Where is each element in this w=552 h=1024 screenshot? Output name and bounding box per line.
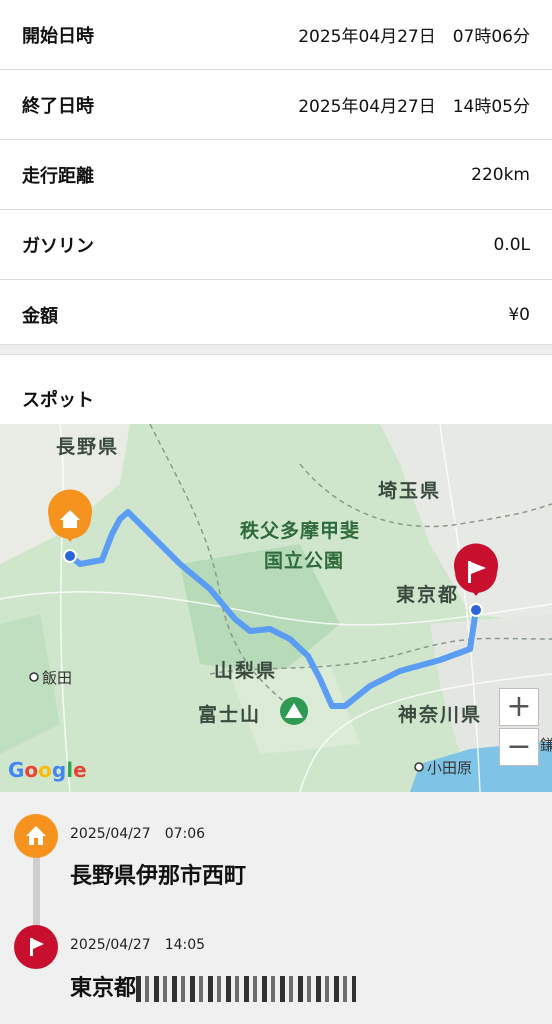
map-label-fuji: 富士山	[198, 704, 262, 726]
detail-label: 終了日時	[22, 95, 94, 117]
map-label-saitama: 埼玉県	[378, 480, 442, 502]
section-divider	[0, 344, 552, 355]
map-label-park-line2: 国立公園	[264, 550, 345, 572]
map-canvas	[0, 424, 552, 792]
home-icon	[14, 814, 58, 858]
end-place-text: 東京都	[70, 976, 137, 1001]
detail-label: 走行距離	[22, 165, 94, 187]
spot-timeline: 2025/04/27 07:06 長野県伊那市西町 2025/04/27 14:…	[0, 792, 552, 1024]
end-place[interactable]: 東京都	[70, 970, 357, 1002]
map-label-odawara: 小田原	[427, 759, 473, 777]
start-datetime: 2025/04/27 07:06	[70, 826, 206, 842]
redacted-address	[136, 976, 357, 1002]
detail-value: ¥0	[508, 304, 530, 325]
detail-label: 金額	[22, 305, 58, 327]
map-label-tokyo: 東京都	[396, 584, 460, 606]
map-label-kanagawa: 神奈川県	[398, 704, 483, 726]
detail-row-amount: 金額 ¥0	[0, 280, 552, 350]
google-attribution: Google	[8, 758, 87, 782]
end-datetime: 2025/04/27 14:05	[70, 937, 206, 953]
map-label-kama: 鎌	[540, 736, 552, 754]
detail-row-gasoline: ガソリン 0.0L	[0, 210, 552, 280]
zoom-in-button[interactable]: +	[499, 688, 539, 726]
trip-details: 開始日時 2025年04月27日 07時06分 終了日時 2025年04月27日…	[0, 0, 552, 350]
detail-row-start: 開始日時 2025年04月27日 07時06分	[0, 0, 552, 70]
map-label-yamanashi: 山梨県	[214, 660, 278, 682]
flag-icon	[14, 925, 58, 969]
zoom-out-button[interactable]: −	[499, 728, 539, 766]
detail-row-end: 終了日時 2025年04月27日 14時05分	[0, 70, 552, 140]
start-place[interactable]: 長野県伊那市西町	[70, 858, 246, 890]
spot-section-title: スポット	[22, 390, 94, 411]
map-label-iida: 飯田	[42, 669, 73, 687]
detail-row-distance: 走行距離 220km	[0, 140, 552, 210]
route-map[interactable]: 長野県 埼玉県 秩父多摩甲斐 国立公園 東京都 山梨県 富士山 神奈川県 飯田 …	[0, 424, 552, 792]
detail-label: 開始日時	[22, 25, 94, 47]
detail-value: 0.0L	[493, 234, 530, 255]
map-label-park-line1: 秩父多摩甲斐	[240, 520, 361, 542]
map-label-nagano: 長野県	[56, 436, 120, 458]
detail-value: 220km	[471, 164, 530, 185]
detail-value: 2025年04月27日 07時06分	[298, 27, 530, 47]
detail-value: 2025年04月27日 14時05分	[298, 97, 530, 117]
detail-label: ガソリン	[22, 235, 94, 257]
